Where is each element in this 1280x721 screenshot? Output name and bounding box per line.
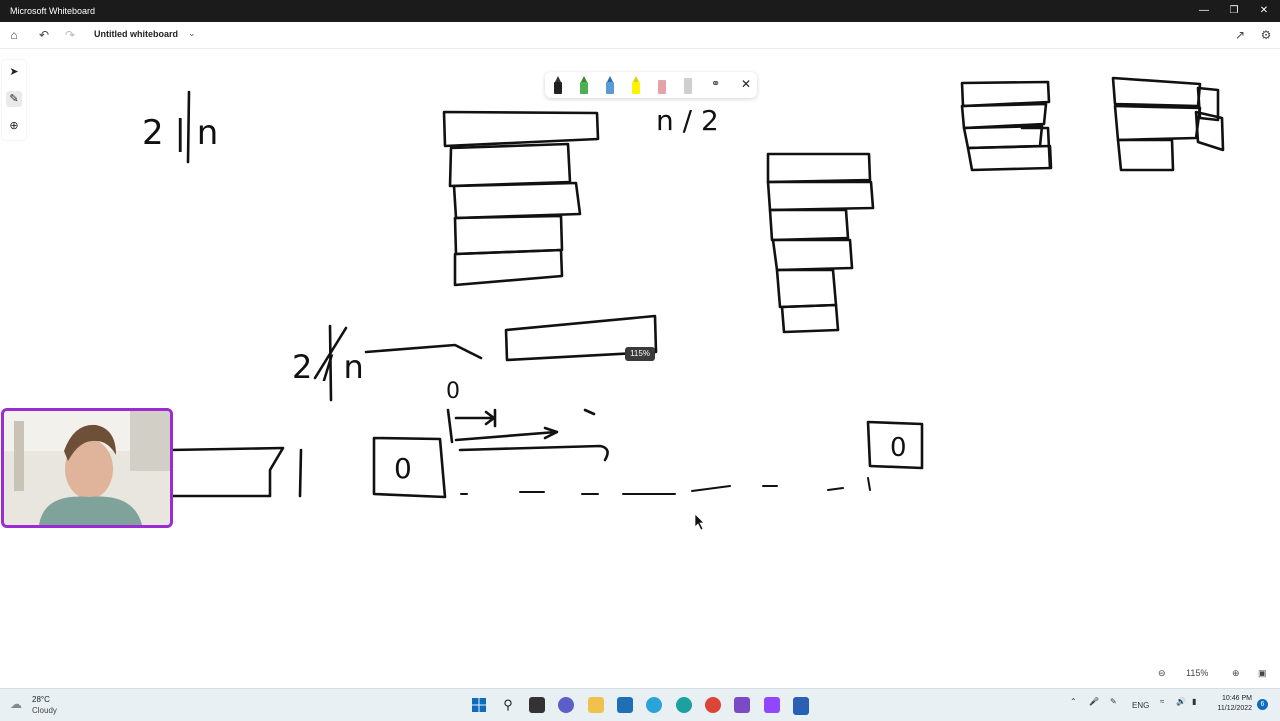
chat-icon[interactable] — [558, 697, 574, 713]
mouse-cursor-icon — [694, 513, 705, 531]
volume-icon[interactable]: 🔊 — [1176, 697, 1186, 706]
cloud-icon: ☁ — [10, 697, 22, 711]
zoom-controls: ⊖ 115% ⊕ ▣ — [1150, 664, 1276, 684]
stacked-boxes-right — [766, 152, 875, 334]
add-plus-icon[interactable]: ⊕ — [6, 118, 22, 134]
handwriting-2-over-n: 2 / n — [292, 348, 364, 386]
search-icon[interactable]: ⚲ — [500, 697, 516, 713]
blue-pen-icon[interactable] — [603, 76, 617, 94]
zoom-out-icon[interactable]: ⊖ — [1158, 668, 1166, 679]
close-tray-icon[interactable]: ✕ — [741, 77, 751, 91]
stacked-boxes-center — [442, 110, 600, 287]
lasso-select-icon[interactable]: ⚭ — [711, 77, 720, 90]
whiteboard-app-icon[interactable] — [793, 697, 809, 715]
handwriting-zero-small: 0 — [446, 379, 460, 404]
weather-condition: Cloudy — [32, 706, 57, 715]
pen-tray: ⚭ ✕ — [545, 72, 757, 98]
webcam-person-image — [4, 411, 170, 525]
handwriting-zero-left-box: 0 — [394, 452, 412, 485]
clock-time: 10:46 PM — [1222, 695, 1252, 702]
microphone-icon[interactable]: 🎤 — [1089, 697, 1099, 706]
handwriting-zero-right-box: 0 — [890, 433, 907, 463]
zoom-level[interactable]: 115% — [1186, 668, 1208, 678]
stacked-boxes-far-right-1 — [960, 80, 1053, 172]
clock-date: 11/12/2022 — [1217, 705, 1252, 712]
zoom-indicator: 115% — [625, 347, 655, 361]
green-pen-icon[interactable] — [577, 76, 591, 94]
fit-to-screen-icon[interactable]: ▣ — [1258, 668, 1267, 679]
eraser-icon[interactable] — [655, 76, 669, 94]
black-pen-icon[interactable] — [551, 76, 565, 94]
store-icon[interactable] — [617, 697, 633, 713]
edge-icon[interactable] — [676, 697, 692, 713]
task-view-icon[interactable] — [529, 697, 545, 713]
handwriting-n-over-2: n / 2 — [656, 104, 719, 137]
start-windows-icon[interactable] — [471, 697, 487, 713]
chevron-up-icon[interactable]: ⌃ — [1070, 697, 1077, 706]
bottom-left-bar — [168, 446, 285, 498]
stacked-boxes-far-right-2 — [1111, 76, 1225, 172]
wifi-icon[interactable]: ≈ — [1160, 697, 1164, 706]
language-indicator[interactable]: ENG — [1132, 701, 1149, 710]
windows-taskbar: ☁ 28°C Cloudy ⚲ ⌃ 🎤 ✎ ENG ≈ 🔊 ▮ 10:46 PM… — [0, 688, 1280, 721]
twitch-icon[interactable] — [764, 697, 780, 713]
handwriting-2-divides-n: 2 | n — [142, 113, 218, 153]
battery-icon[interactable]: ▮ — [1192, 697, 1196, 706]
system-clock[interactable]: 10:46 PM 11/12/2022 — [1208, 694, 1252, 714]
visual-studio-icon[interactable] — [734, 697, 750, 713]
chrome-icon[interactable] — [705, 697, 721, 713]
notification-badge[interactable]: 6 — [1257, 699, 1268, 710]
left-toolbar: ➤ ✎ ⊕ — [2, 60, 26, 140]
ruler-icon[interactable] — [681, 76, 695, 94]
zoom-in-icon[interactable]: ⊕ — [1232, 668, 1240, 679]
file-explorer-icon[interactable] — [588, 697, 604, 713]
highlighter-icon[interactable] — [629, 76, 643, 94]
weather-temp: 28°C — [32, 695, 50, 704]
select-arrow-icon[interactable]: ➤ — [6, 64, 22, 80]
webcam-overlay — [1, 408, 173, 528]
pen-tool-icon[interactable]: ✎ — [6, 91, 22, 107]
telegram-icon[interactable] — [646, 697, 662, 713]
pen-tray-icon[interactable]: ✎ — [1110, 697, 1117, 706]
